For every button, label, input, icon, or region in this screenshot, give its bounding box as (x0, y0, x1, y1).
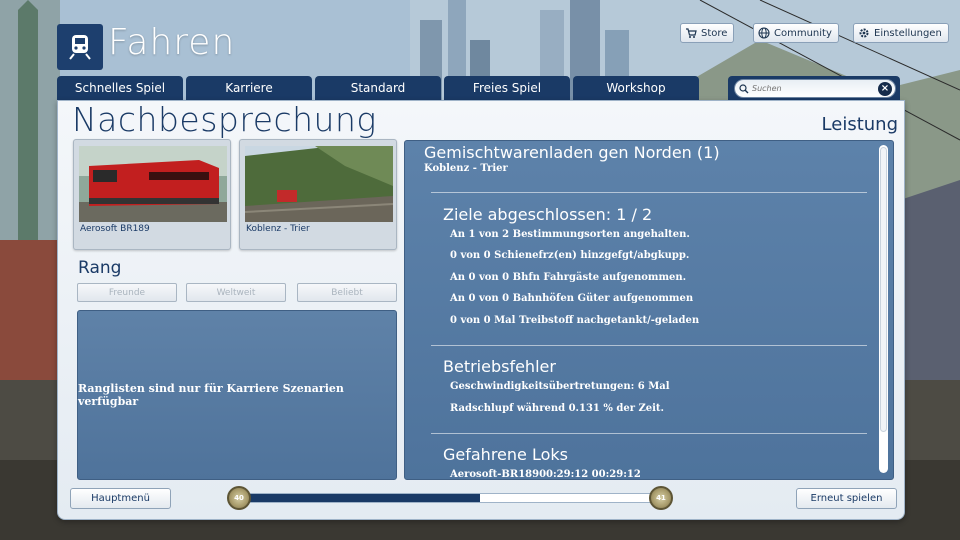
friends-filter-button[interactable]: Freunde (77, 283, 177, 302)
main-menu-button[interactable]: Hauptmenü (70, 488, 171, 509)
gear-icon (858, 27, 870, 39)
tab-workshop[interactable]: Workshop (573, 76, 699, 100)
settings-button[interactable]: Einstellungen (853, 23, 949, 43)
locomotive-label: Aerosoft BR189 (80, 224, 150, 234)
divider (431, 192, 867, 193)
goal-item: An 0 von 0 Bahnhöfen Güter aufgenommen (450, 293, 694, 304)
page-title: Nachbesprechung (72, 100, 377, 139)
xp-progress-fill (239, 494, 480, 502)
tab-karriere[interactable]: Karriere (186, 76, 312, 100)
rank-title: Rang (78, 258, 122, 278)
train-icon (69, 35, 91, 60)
route-label: Koblenz - Trier (246, 224, 310, 234)
scenario-route: Koblenz - Trier (424, 163, 508, 174)
performance-title: Leistung (821, 114, 898, 135)
error-item: Geschwindigkeitsübertretungen: 6 Mal (450, 381, 670, 392)
goal-item: 0 von 0 Schienefrz(en) hinzgefgt/abgkupp… (450, 250, 690, 261)
scenario-title: Gemischtwarenladen gen Norden (1) (424, 143, 720, 162)
tab-standard[interactable]: Standard (315, 76, 441, 100)
app-logo (57, 24, 103, 70)
performance-panel (404, 140, 894, 480)
loco-item: Aerosoft-BR18900:29:12 00:29:12 (450, 469, 641, 480)
locomotive-image (79, 146, 227, 222)
scrollbar-thumb[interactable] (880, 147, 887, 432)
next-level-badge: 41 (649, 486, 673, 510)
clear-search-icon[interactable]: × (878, 82, 892, 96)
leaderboard-message: Ranglisten sind nur für Karriere Szenari… (78, 382, 344, 408)
app-title: Fahren (108, 22, 236, 63)
settings-label: Einstellungen (874, 27, 942, 39)
route-card[interactable]: Koblenz - Trier (239, 139, 397, 250)
replay-button[interactable]: Erneut spielen (796, 488, 897, 509)
search-icon (739, 79, 749, 98)
popular-filter-button[interactable]: Beliebt (297, 283, 397, 302)
current-level-badge: 40 (227, 486, 251, 510)
divider (431, 345, 867, 346)
search-input[interactable] (752, 84, 872, 93)
errors-heading: Betriebsfehler (443, 357, 556, 376)
scrollbar[interactable] (879, 145, 888, 473)
error-item: Radschlupf während 0.131 % der Zeit. (450, 403, 665, 414)
route-image (245, 146, 393, 222)
goals-heading: Ziele abgeschlossen: 1 / 2 (443, 205, 653, 224)
community-button[interactable]: Community (753, 23, 839, 43)
divider (431, 433, 867, 434)
goal-item: An 1 von 2 Bestimmungsorten angehalten. (450, 229, 690, 240)
locomotive-card[interactable]: Aerosoft BR189 (73, 139, 231, 250)
tab-schnelles-spiel[interactable]: Schnelles Spiel (57, 76, 183, 100)
locos-heading: Gefahrene Loks (443, 445, 568, 464)
globe-icon (758, 27, 770, 39)
store-button[interactable]: Store (680, 23, 735, 43)
leaderboard-panel: Ranglisten sind nur für Karriere Szenari… (77, 310, 397, 480)
goal-item: An 0 von 0 Bhfn Fahrgäste aufgenommen. (450, 272, 687, 283)
goal-item: 0 von 0 Mal Treibstoff nachgetankt/-gela… (450, 315, 700, 326)
store-label: Store (701, 27, 728, 39)
xp-progress-bar (238, 493, 662, 503)
cart-icon (685, 27, 697, 39)
search-field: × (734, 79, 896, 98)
community-label: Community (774, 27, 832, 39)
tab-freies-spiel[interactable]: Freies Spiel (444, 76, 570, 100)
worldwide-filter-button[interactable]: Weltweit (186, 283, 286, 302)
